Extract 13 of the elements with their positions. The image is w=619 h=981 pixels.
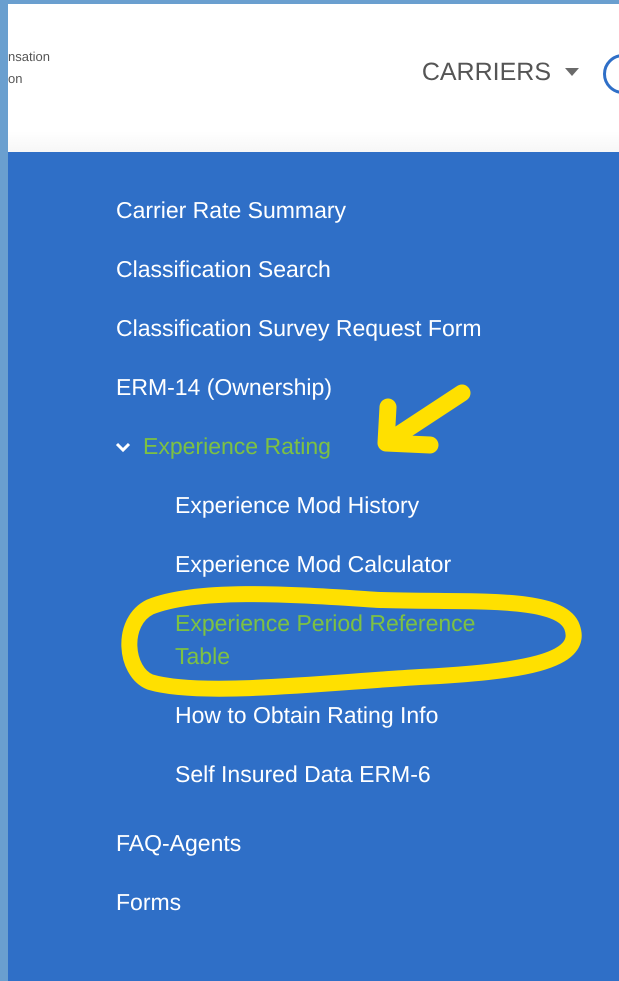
menu-link[interactable]: Classification Survey Request Form (116, 312, 482, 345)
menu-link[interactable]: ERM-14 (Ownership) (116, 371, 332, 404)
submenu-link[interactable]: How to Obtain Rating Info (175, 699, 438, 732)
submenu-link[interactable]: Experience Mod Calculator (175, 548, 452, 581)
menu-link[interactable]: Carrier Rate Summary (116, 194, 346, 227)
menu-link[interactable]: Forms (116, 886, 182, 919)
logo-text: on (8, 70, 22, 88)
nav-menu-button[interactable]: CARRIERS (422, 58, 579, 86)
submenu-link[interactable]: Self Insured Data ERM-6 (175, 758, 431, 791)
logo-text: nsation (8, 48, 50, 66)
submenu-link[interactable]: Experience Mod History (175, 489, 420, 522)
menu-link[interactable]: Classification Search (116, 253, 331, 286)
menu-link[interactable]: FAQ-Agents (116, 827, 242, 860)
